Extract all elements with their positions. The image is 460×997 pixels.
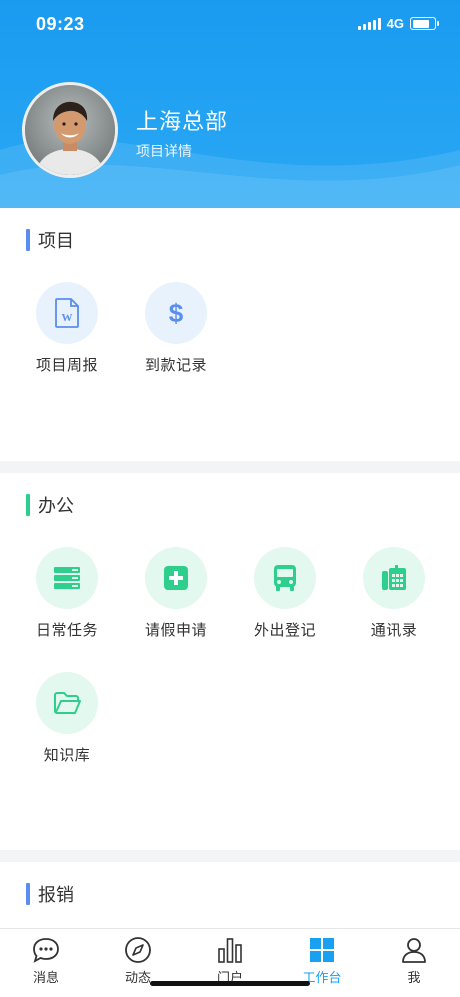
- section-accent-bar: [26, 229, 30, 251]
- plus-square-icon: [145, 547, 207, 609]
- project-details-link[interactable]: 项目详情: [136, 141, 192, 161]
- bar-chart-icon: [184, 935, 276, 965]
- phone-book-icon: [363, 547, 425, 609]
- status-time: 09:23: [36, 14, 85, 34]
- tab-label: 消息: [32, 971, 59, 986]
- tile-knowledge-base[interactable]: 知识库: [12, 672, 122, 765]
- battery-level: [412, 19, 430, 28]
- tab-activity[interactable]: 动态: [92, 935, 184, 986]
- avatar-portrait-icon: [25, 85, 115, 175]
- tab-me[interactable]: 我: [368, 935, 460, 986]
- dollar-icon: $: [145, 282, 207, 344]
- svg-text:W: W: [62, 312, 73, 324]
- tile-label: 知识库: [43, 746, 91, 764]
- section-title-reimburse: 报销: [26, 882, 74, 906]
- word-doc-icon: W: [36, 282, 98, 344]
- status-bar: 09:23 4G: [0, 10, 460, 40]
- tile-label: 通讯录: [370, 621, 418, 639]
- office-section: 办公 日常任务 请假申请 外出登记 通讯录 知识库: [0, 473, 460, 850]
- tile-label: 日常任务: [35, 621, 98, 639]
- section-accent-bar: [26, 494, 30, 516]
- signal-icon: [357, 17, 381, 30]
- tile-label: 到款记录: [144, 356, 207, 374]
- project-section: 项目 W 项目周报 $ 到款记录: [0, 208, 460, 461]
- chat-bubble-icon: [0, 935, 92, 965]
- tab-messages[interactable]: 消息: [0, 935, 92, 986]
- tile-label: 项目周报: [35, 356, 98, 374]
- network-type: 4G: [386, 16, 404, 31]
- section-title-office: 办公: [26, 493, 74, 517]
- tile-project-weekly-report[interactable]: W 项目周报: [12, 282, 122, 375]
- tile-leave-request[interactable]: 请假申请: [121, 547, 231, 640]
- org-name[interactable]: 上海总部: [136, 104, 228, 136]
- section-title-project: 项目: [26, 228, 74, 252]
- grid-icon: [276, 935, 368, 965]
- task-list-icon: [36, 547, 98, 609]
- tile-label: 外出登记: [253, 621, 316, 639]
- svg-text:$: $: [169, 298, 184, 328]
- user-icon: [368, 935, 460, 965]
- bottom-tab-bar: 消息 动态 门户 工作台 我: [0, 928, 460, 997]
- section-title-text: 办公: [38, 496, 74, 517]
- battery-icon: [410, 17, 439, 30]
- tile-payment-records[interactable]: $ 到款记录: [121, 282, 231, 375]
- tab-label: 我: [407, 971, 421, 986]
- home-indicator[interactable]: [150, 981, 310, 986]
- tab-portal[interactable]: 门户: [184, 935, 276, 986]
- status-indicators: 4G: [357, 16, 439, 31]
- tile-label: 请假申请: [144, 621, 207, 639]
- section-title-text: 报销: [38, 885, 74, 906]
- tile-contacts[interactable]: 通讯录: [339, 547, 449, 640]
- compass-icon: [92, 935, 184, 965]
- section-accent-bar: [26, 883, 30, 905]
- bus-icon: [254, 547, 316, 609]
- reimbursement-section: 报销: [0, 862, 460, 928]
- tile-daily-tasks[interactable]: 日常任务: [12, 547, 122, 640]
- profile-header: 09:23 4G 上海总部 项目详情: [0, 0, 460, 208]
- tile-outing-registration[interactable]: 外出登记: [230, 547, 340, 640]
- folder-icon: [36, 672, 98, 734]
- section-title-text: 项目: [38, 231, 74, 252]
- avatar[interactable]: [22, 82, 118, 178]
- tab-workbench[interactable]: 工作台: [276, 935, 368, 986]
